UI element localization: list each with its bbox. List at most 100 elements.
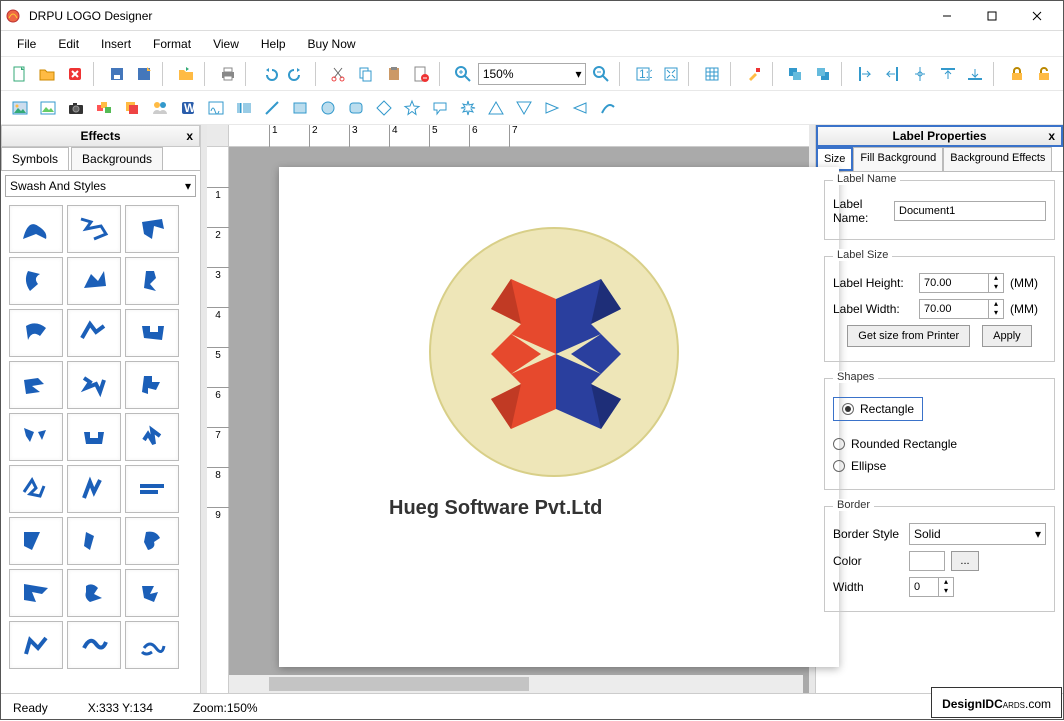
camera-icon[interactable] bbox=[63, 95, 89, 121]
symbol-item[interactable] bbox=[67, 361, 121, 409]
export-icon[interactable] bbox=[173, 61, 199, 87]
tab-background-effects[interactable]: Background Effects bbox=[943, 147, 1052, 171]
align-left-icon[interactable] bbox=[852, 61, 878, 87]
symbol-item[interactable] bbox=[67, 257, 121, 305]
symbol-item[interactable] bbox=[125, 517, 179, 565]
bring-front-icon[interactable] bbox=[783, 61, 809, 87]
paste-icon[interactable] bbox=[381, 61, 407, 87]
artboard[interactable]: Hueg Software Pvt.Ltd bbox=[279, 167, 839, 667]
symbol-item[interactable] bbox=[67, 517, 121, 565]
symbol-item[interactable] bbox=[125, 465, 179, 513]
tab-fill-background[interactable]: Fill Background bbox=[853, 147, 943, 171]
symbol-item[interactable] bbox=[9, 361, 63, 409]
symbol-item[interactable] bbox=[67, 569, 121, 617]
callout-icon[interactable] bbox=[427, 95, 453, 121]
triangle-down-icon[interactable] bbox=[511, 95, 537, 121]
print-icon[interactable] bbox=[215, 61, 241, 87]
save-icon[interactable] bbox=[104, 61, 130, 87]
diamond-icon[interactable] bbox=[371, 95, 397, 121]
symbol-item[interactable] bbox=[67, 621, 121, 669]
apply-button[interactable]: Apply bbox=[982, 325, 1032, 347]
symbol-item[interactable] bbox=[67, 413, 121, 461]
symbol-item[interactable] bbox=[9, 465, 63, 513]
symbol-item[interactable] bbox=[9, 517, 63, 565]
rounded-rect-icon[interactable] bbox=[343, 95, 369, 121]
border-color-chip[interactable] bbox=[909, 551, 945, 571]
open-folder-icon[interactable] bbox=[35, 61, 61, 87]
zoom-in-icon[interactable] bbox=[450, 61, 476, 87]
get-size-from-printer-button[interactable]: Get size from Printer bbox=[847, 325, 970, 347]
menu-file[interactable]: File bbox=[7, 33, 46, 55]
symbol-item[interactable] bbox=[9, 257, 63, 305]
symbol-item[interactable] bbox=[125, 413, 179, 461]
minimize-button[interactable] bbox=[924, 2, 969, 30]
fit-icon[interactable]: 1:1 bbox=[630, 61, 656, 87]
border-width-input[interactable] bbox=[909, 577, 939, 597]
grid-icon[interactable] bbox=[699, 61, 725, 87]
delete-icon[interactable] bbox=[409, 61, 435, 87]
symbol-item[interactable] bbox=[9, 309, 63, 357]
menu-view[interactable]: View bbox=[203, 33, 249, 55]
zoom-out-icon[interactable] bbox=[588, 61, 614, 87]
symbol-item[interactable] bbox=[67, 205, 121, 253]
shapes-icon[interactable] bbox=[91, 95, 117, 121]
maximize-button[interactable] bbox=[969, 2, 1014, 30]
menu-edit[interactable]: Edit bbox=[48, 33, 89, 55]
unlock-icon[interactable] bbox=[1032, 61, 1058, 87]
copy-icon[interactable] bbox=[353, 61, 379, 87]
redo-icon[interactable] bbox=[284, 61, 310, 87]
radio-rounded-rectangle[interactable]: Rounded Rectangle bbox=[833, 437, 1046, 451]
symbol-item[interactable] bbox=[125, 205, 179, 253]
new-file-icon[interactable] bbox=[7, 61, 33, 87]
users-icon[interactable] bbox=[147, 95, 173, 121]
send-back-icon[interactable] bbox=[810, 61, 836, 87]
symbol-item[interactable] bbox=[67, 309, 121, 357]
logo-circle[interactable] bbox=[429, 227, 679, 477]
lock-icon[interactable] bbox=[1004, 61, 1030, 87]
symbol-item[interactable] bbox=[9, 569, 63, 617]
circle-icon[interactable] bbox=[315, 95, 341, 121]
label-width-input[interactable] bbox=[919, 299, 989, 319]
border-color-button[interactable]: ... bbox=[951, 551, 979, 571]
triangle-up-icon[interactable] bbox=[483, 95, 509, 121]
label-name-input[interactable] bbox=[894, 201, 1046, 221]
word-icon[interactable]: W bbox=[175, 95, 201, 121]
zoom-combo[interactable]: 150%▾ bbox=[478, 63, 587, 85]
radio-rectangle[interactable]: Rectangle bbox=[833, 397, 923, 421]
align-center-icon[interactable] bbox=[907, 61, 933, 87]
tab-symbols[interactable]: Symbols bbox=[1, 147, 69, 170]
rect-icon[interactable] bbox=[287, 95, 313, 121]
star-icon[interactable] bbox=[399, 95, 425, 121]
layers-icon[interactable] bbox=[119, 95, 145, 121]
arrow-right-icon[interactable] bbox=[539, 95, 565, 121]
props-close-icon[interactable]: x bbox=[1048, 129, 1055, 143]
align-bottom-icon[interactable] bbox=[962, 61, 988, 87]
h-scrollbar[interactable] bbox=[229, 675, 803, 693]
symbol-category-select[interactable]: Swash And Styles▾ bbox=[5, 175, 196, 197]
signature-icon[interactable] bbox=[203, 95, 229, 121]
color-picker-icon[interactable] bbox=[741, 61, 767, 87]
align-right-icon[interactable] bbox=[879, 61, 905, 87]
symbol-item[interactable] bbox=[125, 309, 179, 357]
menu-format[interactable]: Format bbox=[143, 33, 201, 55]
burst-icon[interactable] bbox=[455, 95, 481, 121]
fit-window-icon[interactable] bbox=[658, 61, 684, 87]
symbol-item[interactable] bbox=[9, 413, 63, 461]
menu-insert[interactable]: Insert bbox=[91, 33, 141, 55]
symbol-item[interactable] bbox=[125, 621, 179, 669]
curve-icon[interactable] bbox=[595, 95, 621, 121]
symbol-item[interactable] bbox=[125, 257, 179, 305]
align-top-icon[interactable] bbox=[935, 61, 961, 87]
picture-icon[interactable] bbox=[35, 95, 61, 121]
menu-buynow[interactable]: Buy Now bbox=[298, 33, 366, 55]
cut-icon[interactable] bbox=[326, 61, 352, 87]
symbol-item[interactable] bbox=[9, 621, 63, 669]
radio-ellipse[interactable]: Ellipse bbox=[833, 459, 1046, 473]
logo-text[interactable]: Hueg Software Pvt.Ltd bbox=[389, 497, 602, 520]
border-style-select[interactable]: Solid▾ bbox=[909, 523, 1046, 545]
insert-image-icon[interactable] bbox=[7, 95, 33, 121]
barcode-icon[interactable] bbox=[231, 95, 257, 121]
close-icon[interactable] bbox=[62, 61, 88, 87]
symbol-item[interactable] bbox=[125, 569, 179, 617]
symbol-item[interactable] bbox=[9, 205, 63, 253]
